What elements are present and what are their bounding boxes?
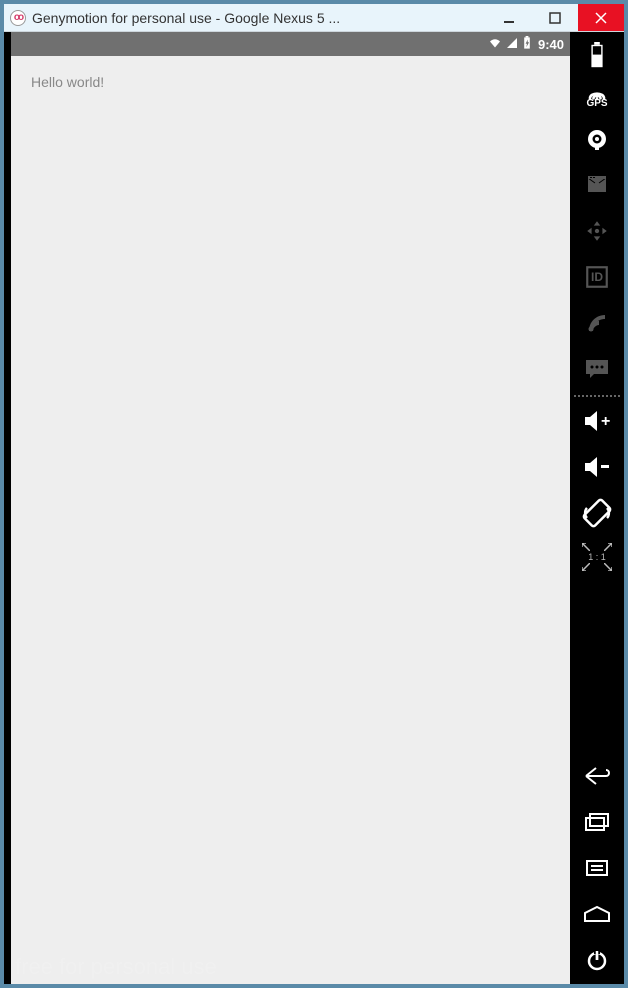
- maximize-button[interactable]: [532, 4, 578, 31]
- titlebar: oo Genymotion for personal use - Google …: [4, 4, 624, 32]
- home-button[interactable]: [579, 898, 615, 930]
- hello-text: Hello world!: [31, 74, 550, 90]
- back-button[interactable]: [579, 760, 615, 792]
- window-controls: [486, 4, 624, 31]
- genymotion-icon: oo: [10, 10, 26, 26]
- android-statusbar: 9:40: [11, 32, 570, 56]
- gps-label: GPS: [586, 98, 607, 109]
- app-content[interactable]: Hello world!: [11, 56, 570, 984]
- emulator-toolbar: GPS: [570, 32, 624, 984]
- more-button[interactable]: [579, 353, 615, 385]
- volume-down-button[interactable]: [579, 451, 615, 483]
- battery-charge-icon: [522, 36, 532, 53]
- recent-apps-button[interactable]: [579, 806, 615, 838]
- id-label: ID: [591, 270, 603, 284]
- identifier-button[interactable]: ID: [579, 261, 615, 293]
- minimize-button[interactable]: [486, 4, 532, 31]
- screencast-button[interactable]: [579, 169, 615, 201]
- gps-button[interactable]: GPS: [586, 86, 608, 109]
- rotate-button[interactable]: [579, 497, 615, 529]
- menu-button[interactable]: [579, 852, 615, 884]
- pixel-perfect-button[interactable]: 1 : 1: [582, 543, 612, 571]
- app-window: oo Genymotion for personal use - Google …: [4, 4, 624, 984]
- battery-button[interactable]: [579, 40, 615, 72]
- toolbar-divider: [574, 395, 620, 397]
- window-title: Genymotion for personal use - Google Nex…: [32, 10, 486, 26]
- status-time: 9:40: [538, 37, 564, 52]
- scale-ratio-label: 1 : 1: [588, 552, 606, 562]
- device-screen: 9:40 Hello world! free for personal use: [11, 32, 570, 984]
- device-left-border: [4, 32, 11, 984]
- camera-button[interactable]: [579, 123, 615, 155]
- network-button[interactable]: [579, 307, 615, 339]
- signal-icon: [506, 37, 518, 52]
- remote-dpad-button[interactable]: [579, 215, 615, 247]
- close-button[interactable]: [578, 4, 624, 31]
- client-area: 9:40 Hello world! free for personal use …: [4, 32, 624, 984]
- power-button[interactable]: [579, 944, 615, 976]
- volume-up-button[interactable]: +: [579, 405, 615, 437]
- wifi-icon: [488, 37, 502, 52]
- svg-text:+: +: [601, 413, 610, 430]
